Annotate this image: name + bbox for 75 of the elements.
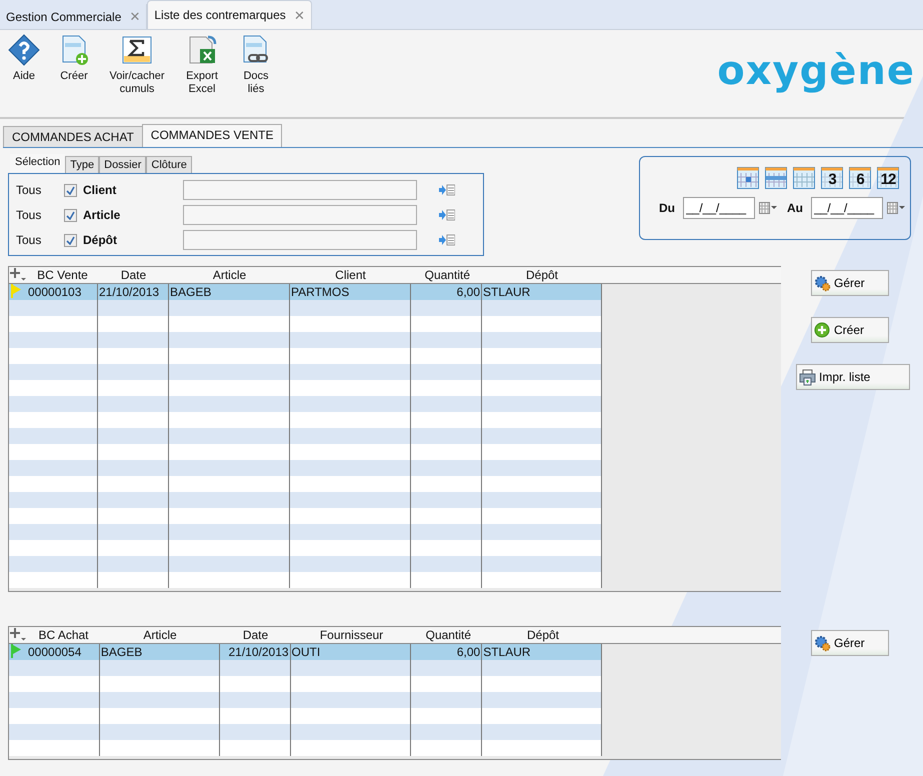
date-label: Du [659, 201, 675, 215]
column-header[interactable]: Dépôt [483, 627, 603, 643]
action-button[interactable]: Gérer [811, 270, 889, 296]
period-button[interactable]: 6 [849, 167, 871, 189]
input-field[interactable] [183, 205, 417, 225]
calendar-dropdown-icon [887, 202, 905, 214]
action-button[interactable]: Créer [811, 317, 889, 343]
add-column-icon [9, 627, 27, 641]
column-header[interactable]: Fournisseur [291, 627, 412, 643]
column-header[interactable]: Client [290, 267, 411, 283]
table-row[interactable]: 00000103 21/10/2013 BAGEB PARTMOS 6,00 STLAUR [9, 284, 602, 300]
date-label: Au [787, 201, 803, 215]
calendar-icon [821, 167, 843, 189]
column-header[interactable]: BC Achat [27, 627, 100, 643]
toolbar-button[interactable]: Aide [8, 34, 40, 96]
document-tab[interactable]: Liste des contremarques ✕ [147, 0, 312, 29]
date-field[interactable]: __/__/____ [683, 197, 755, 219]
help-icon [8, 34, 40, 66]
calendar-icon [793, 167, 815, 189]
table-row[interactable]: 00000054 BAGEB 21/10/2013 OUTI 6,00 STLAUR [9, 644, 602, 660]
filter-label: Article [83, 208, 122, 222]
column-header[interactable]: Article [169, 267, 290, 283]
tab-label[interactable]: Liste des contremarques [154, 8, 286, 22]
calendar-icon [765, 167, 787, 189]
column-header[interactable]: Article [100, 627, 220, 643]
add-column-icon [9, 267, 27, 281]
checkbox[interactable] [64, 208, 77, 222]
input-field[interactable] [183, 230, 417, 250]
checkbox[interactable] [64, 184, 77, 196]
filter-all-label: Tous [16, 233, 42, 247]
calendar-icon [849, 167, 871, 189]
list-picker-icon [439, 209, 455, 221]
list-picker-icon [439, 234, 455, 246]
gears-icon [814, 634, 831, 652]
tab[interactable]: Dossier [99, 156, 146, 173]
input-field[interactable] [183, 180, 417, 200]
filter-label: Dépôt [83, 233, 118, 247]
checkbox[interactable] [64, 234, 77, 246]
printer-icon [799, 368, 816, 386]
table-cell: 00000054 [27, 644, 100, 660]
column-header[interactable]: Date [98, 267, 169, 283]
period-button[interactable]: 12 [877, 167, 899, 189]
calendar-dropdown-icon [759, 202, 777, 214]
tab[interactable]: COMMANDES VENTE [142, 124, 282, 147]
calendar-icon [877, 167, 899, 189]
gears-icon [814, 274, 831, 292]
period-button[interactable] [737, 167, 759, 189]
calendar-icon [737, 167, 759, 189]
toolbar-button[interactable]: Créer [58, 34, 90, 96]
sigma-sheet-icon [121, 34, 153, 66]
tab-label[interactable]: Gestion Commerciale [6, 10, 122, 24]
tab[interactable]: Clôture [146, 156, 192, 173]
column-header[interactable]: Dépôt [482, 267, 602, 283]
period-button[interactable] [765, 167, 787, 189]
column-header[interactable]: Quantité [411, 267, 482, 283]
tab[interactable]: COMMANDES ACHAT [3, 126, 143, 147]
tab[interactable]: Type [65, 156, 100, 173]
action-button[interactable]: Impr. liste [796, 364, 910, 390]
period-button[interactable] [793, 167, 815, 189]
column-header[interactable]: BC Vente [27, 267, 98, 283]
table-cell: 00000103 [27, 284, 98, 300]
column-header[interactable]: Quantité [412, 627, 483, 643]
filter-all-label: Tous [16, 183, 42, 197]
toolbar-button[interactable]: Docs liés [238, 34, 274, 96]
filter-label: Client [83, 183, 118, 197]
column-header[interactable]: Date [220, 627, 291, 643]
list-picker-icon [439, 184, 455, 196]
toolbar-button[interactable]: Voir/cacher cumuls [108, 34, 166, 96]
toolbar-button[interactable]: Export Excel [184, 34, 220, 96]
plus-circle-icon [814, 322, 831, 338]
date-field[interactable]: __/__/____ [811, 197, 883, 219]
logo: oxygène [717, 48, 915, 94]
filter-all-label: Tous [16, 208, 42, 222]
period-button[interactable]: 3 [821, 167, 843, 189]
action-button[interactable]: Gérer [811, 630, 889, 656]
